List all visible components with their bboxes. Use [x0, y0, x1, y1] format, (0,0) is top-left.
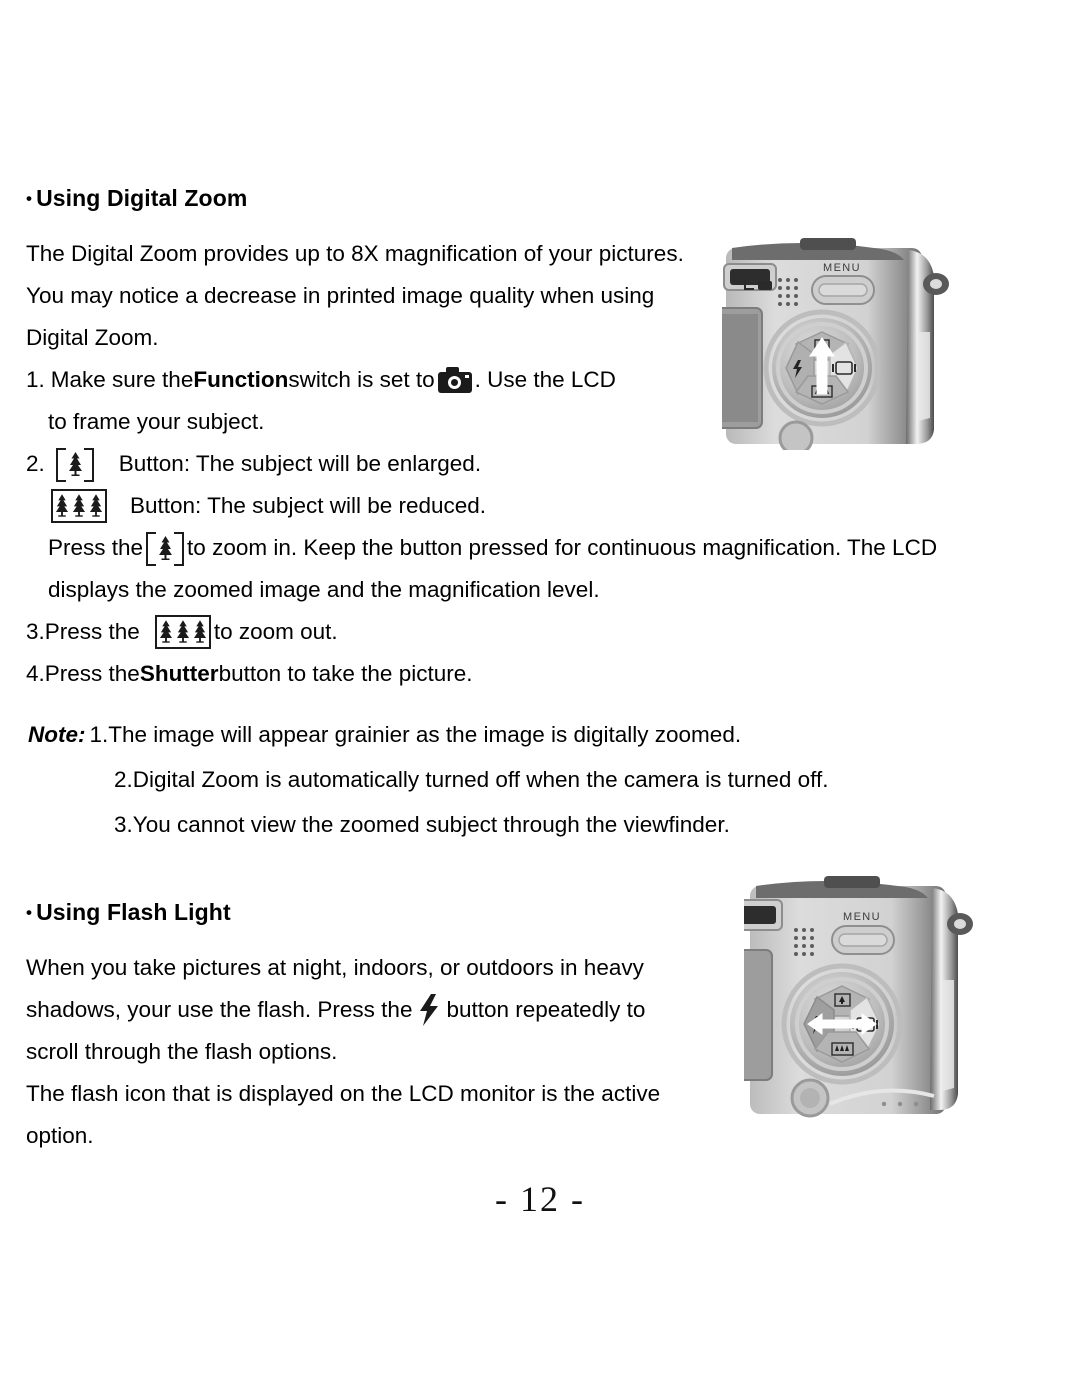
wide-angle-trees-icon [154, 615, 211, 650]
step-3-number: 3. [26, 619, 45, 645]
heading-text: Using Digital Zoom [36, 185, 248, 211]
telephoto-tree-icon [55, 447, 95, 483]
step-4-number: 4. [26, 661, 45, 687]
step-1-text-a: Make sure the [50, 367, 194, 393]
wide-angle-trees-icon [51, 489, 107, 524]
camera-back-zoom-photo: MENU [722, 236, 968, 450]
section-heading-digital-zoom: • Using Digital Zoom [26, 185, 1056, 211]
note-line-1: Note: 1.The image will appear grainier as… [28, 712, 1048, 757]
step-4-text-a: Press the [44, 661, 140, 687]
camera-icon [437, 367, 472, 394]
press-text-a: Press the [48, 535, 144, 561]
telephoto-tree-icon [145, 531, 185, 567]
note-label: Note: [28, 722, 86, 747]
bullet-glyph: • [26, 189, 33, 208]
note-block: Note: 1.The image will appear grainier as… [28, 712, 1048, 847]
heading-text: Using Flash Light [36, 899, 231, 925]
camera-back-flash-photo: MENU [744, 872, 1012, 1140]
step-1-bold-function: Function [193, 367, 289, 393]
step-4-text-b: button to take the picture. [218, 661, 473, 687]
flash-line-2-text-b: button repeatedly to [446, 997, 646, 1023]
note-item-1: 1.The image will appear grainier as the … [89, 722, 742, 747]
manual-page: • Using Digital Zoom The Digital Zoom pro… [0, 0, 1080, 1397]
flash-bolt-icon [420, 994, 439, 1027]
note-line-3: 3.You cannot view the zoomed subject thr… [28, 802, 1048, 847]
step-1-text-c: . Use the LCD [474, 367, 616, 393]
step-2-wideangle-text: Button: The subject will be reduced. [130, 493, 487, 519]
note-item-3: 3.You cannot view the zoomed subject thr… [114, 812, 730, 837]
note-item-2: 2.Digital Zoom is automatically turned o… [114, 767, 829, 792]
step-1-text-b: switch is set to [288, 367, 435, 393]
page-number: - 12 - [495, 1179, 585, 1219]
bullet-glyph: • [26, 903, 33, 922]
step-2-wideangle: Button: The subject will be reduced. [26, 485, 1056, 527]
step-2-telephoto-text: Button: The subject will be enlarged. [118, 451, 482, 477]
step-3: 3. Press the to zoom out. [26, 611, 1056, 653]
step-1-number: 1. [26, 367, 45, 393]
press-zoom-in-line: Press the to zoom in. Keep the button pr… [26, 527, 1056, 569]
svg-text:MENU: MENU [843, 911, 881, 923]
step-3-text-a: Press the [44, 619, 140, 645]
svg-text:MENU: MENU [823, 262, 861, 274]
press-text-b: to zoom in. Keep the button pressed for … [187, 535, 938, 561]
flash-line-2-text-a: shadows, your use the flash. Press the [26, 997, 413, 1023]
step-2-number: 2. [26, 451, 45, 477]
step-4-bold-shutter: Shutter [139, 661, 219, 687]
step-4: 4. Press the Shutter button to take the … [26, 653, 1056, 695]
note-line-2: 2.Digital Zoom is automatically turned o… [28, 757, 1048, 802]
step-3-text-b: to zoom out. [213, 619, 338, 645]
press-zoom-in-continuation: displays the zoomed image and the magnif… [48, 577, 600, 603]
